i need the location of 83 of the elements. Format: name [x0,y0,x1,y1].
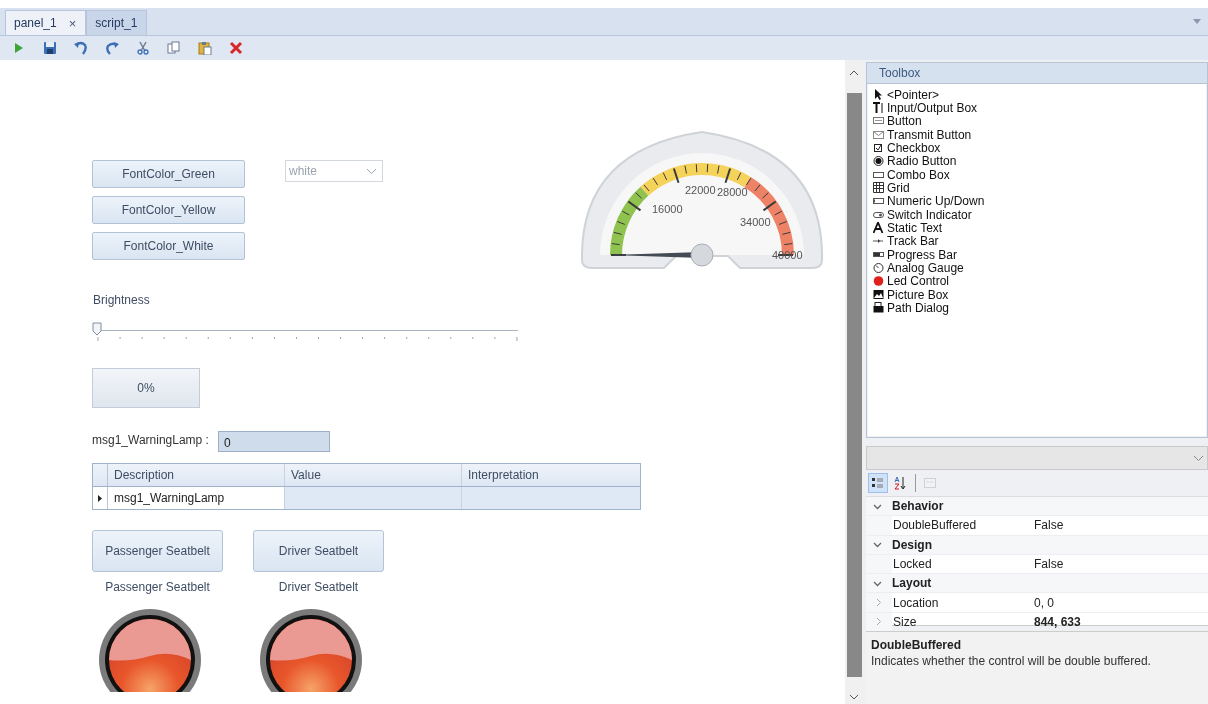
folder-icon [873,302,884,315]
slider-thumb[interactable] [92,322,102,336]
gauge-icon [873,262,884,275]
description-text: Indicates whether the control will be double buffered. [871,654,1152,668]
gauge-label: 16000 [652,203,683,215]
toolbox-item[interactable]: Led Control [873,274,1206,289]
gauge-label: 22000 [685,184,716,196]
toolbox-item[interactable]: Static Text [873,221,1206,235]
column-header[interactable]: Value [285,464,462,486]
document-tab[interactable]: panel_1 × [5,10,87,35]
document-tab[interactable]: script_1 [86,10,148,35]
slider-label: Brightness [93,293,150,307]
undo-icon[interactable] [74,41,88,55]
toolbox-item[interactable]: Transmit Button [873,128,1206,142]
category-name: Layout [892,576,932,591]
toolbox-item[interactable]: Switch Indicator [873,208,1206,222]
chevron-down-icon [1194,455,1203,461]
font-color-button[interactable]: FontColor_White [92,232,245,260]
signal-label: msg1_WarningLamp : [92,433,209,447]
property-name: DoubleBuffered [892,518,978,533]
picture-icon [873,288,884,301]
seatbelt-caption: Passenger Seatbelt [104,580,211,594]
toolbox-item[interactable]: Radio Button [873,154,1206,169]
category-name: Design [892,537,932,552]
checkbox-icon [873,142,884,155]
seatbelt-caption: Driver Seatbelt [277,580,360,594]
toolbox-item[interactable]: Track Bar [873,234,1206,249]
property-value[interactable]: 844, 633 [1034,614,1081,629]
panel-title: Toolbox [867,63,1207,84]
column-header[interactable]: Description [108,464,285,486]
toolbox-item[interactable]: Numeric Up/Down [873,194,1206,209]
category-name: Behavior [892,499,944,514]
seatbelt-button[interactable]: Driver Seatbelt [253,530,384,572]
seatbelt-button[interactable]: Passenger Seatbelt [92,530,223,572]
font-color-button[interactable]: FontColor_Green [92,160,245,188]
text-cursor-icon [873,102,884,114]
chevron-down-icon [367,168,376,174]
description-title: DoubleBuffered [871,638,962,652]
row-pointer-icon [98,494,102,502]
scrollbar-thumb[interactable] [846,93,862,677]
delete-icon[interactable] [229,41,243,55]
copy-icon[interactable] [167,41,181,55]
toolbox-item[interactable]: Combo Box [873,168,1206,182]
radio-icon [873,155,884,168]
font-color-button[interactable]: FontColor_Yellow [92,196,245,224]
signal-value-field[interactable]: 0 [218,431,330,452]
gauge-label: 28000 [717,186,748,198]
toolbox-item[interactable]: <Pointer> [873,88,1206,102]
column-header[interactable]: Interpretation [462,464,640,486]
property-value[interactable]: 0, 0 [1034,595,1054,610]
dropdown-icon[interactable] [1193,19,1201,24]
toolbox-item[interactable]: Checkbox [873,141,1206,155]
pointer-icon [873,88,884,101]
redo-icon[interactable] [105,41,119,55]
toolbox-item[interactable]: Picture Box [873,288,1206,302]
progress-value: 0% [137,381,155,395]
save-icon[interactable] [43,41,57,55]
property-name: Size [892,614,918,629]
led-icon [873,275,884,288]
scroll-up-icon[interactable] [850,70,858,75]
toolbox-item[interactable]: Button [873,114,1206,129]
envelope-icon [873,128,884,141]
categorized-view-icon[interactable] [869,474,887,492]
property-name: Location [892,595,940,610]
property-value[interactable]: False [1034,518,1064,533]
toolbox-item[interactable]: Grid [873,181,1206,195]
paste-icon[interactable] [198,41,212,55]
toolbox-item[interactable]: Progress Bar [873,248,1206,262]
property-value[interactable]: False [1034,557,1064,572]
toolbox-item[interactable]: Path Dialog [873,301,1206,315]
letter-icon [873,222,884,235]
gauge-label: 34000 [740,216,771,228]
scroll-down-icon[interactable] [850,695,858,700]
collapse-icon[interactable] [873,540,882,550]
close-button[interactable]: × [68,15,77,31]
gauge-label: 40000 [772,249,803,261]
gauge-hub [690,243,714,267]
property-name: Locked [892,557,933,572]
cut-icon[interactable] [136,41,150,55]
toolbox-item[interactable]: Analog Gauge [873,261,1206,275]
grid-icon [873,182,884,195]
color-dropdown: white [285,160,383,182]
toolbox-item[interactable]: Input/Output Box [873,101,1206,115]
